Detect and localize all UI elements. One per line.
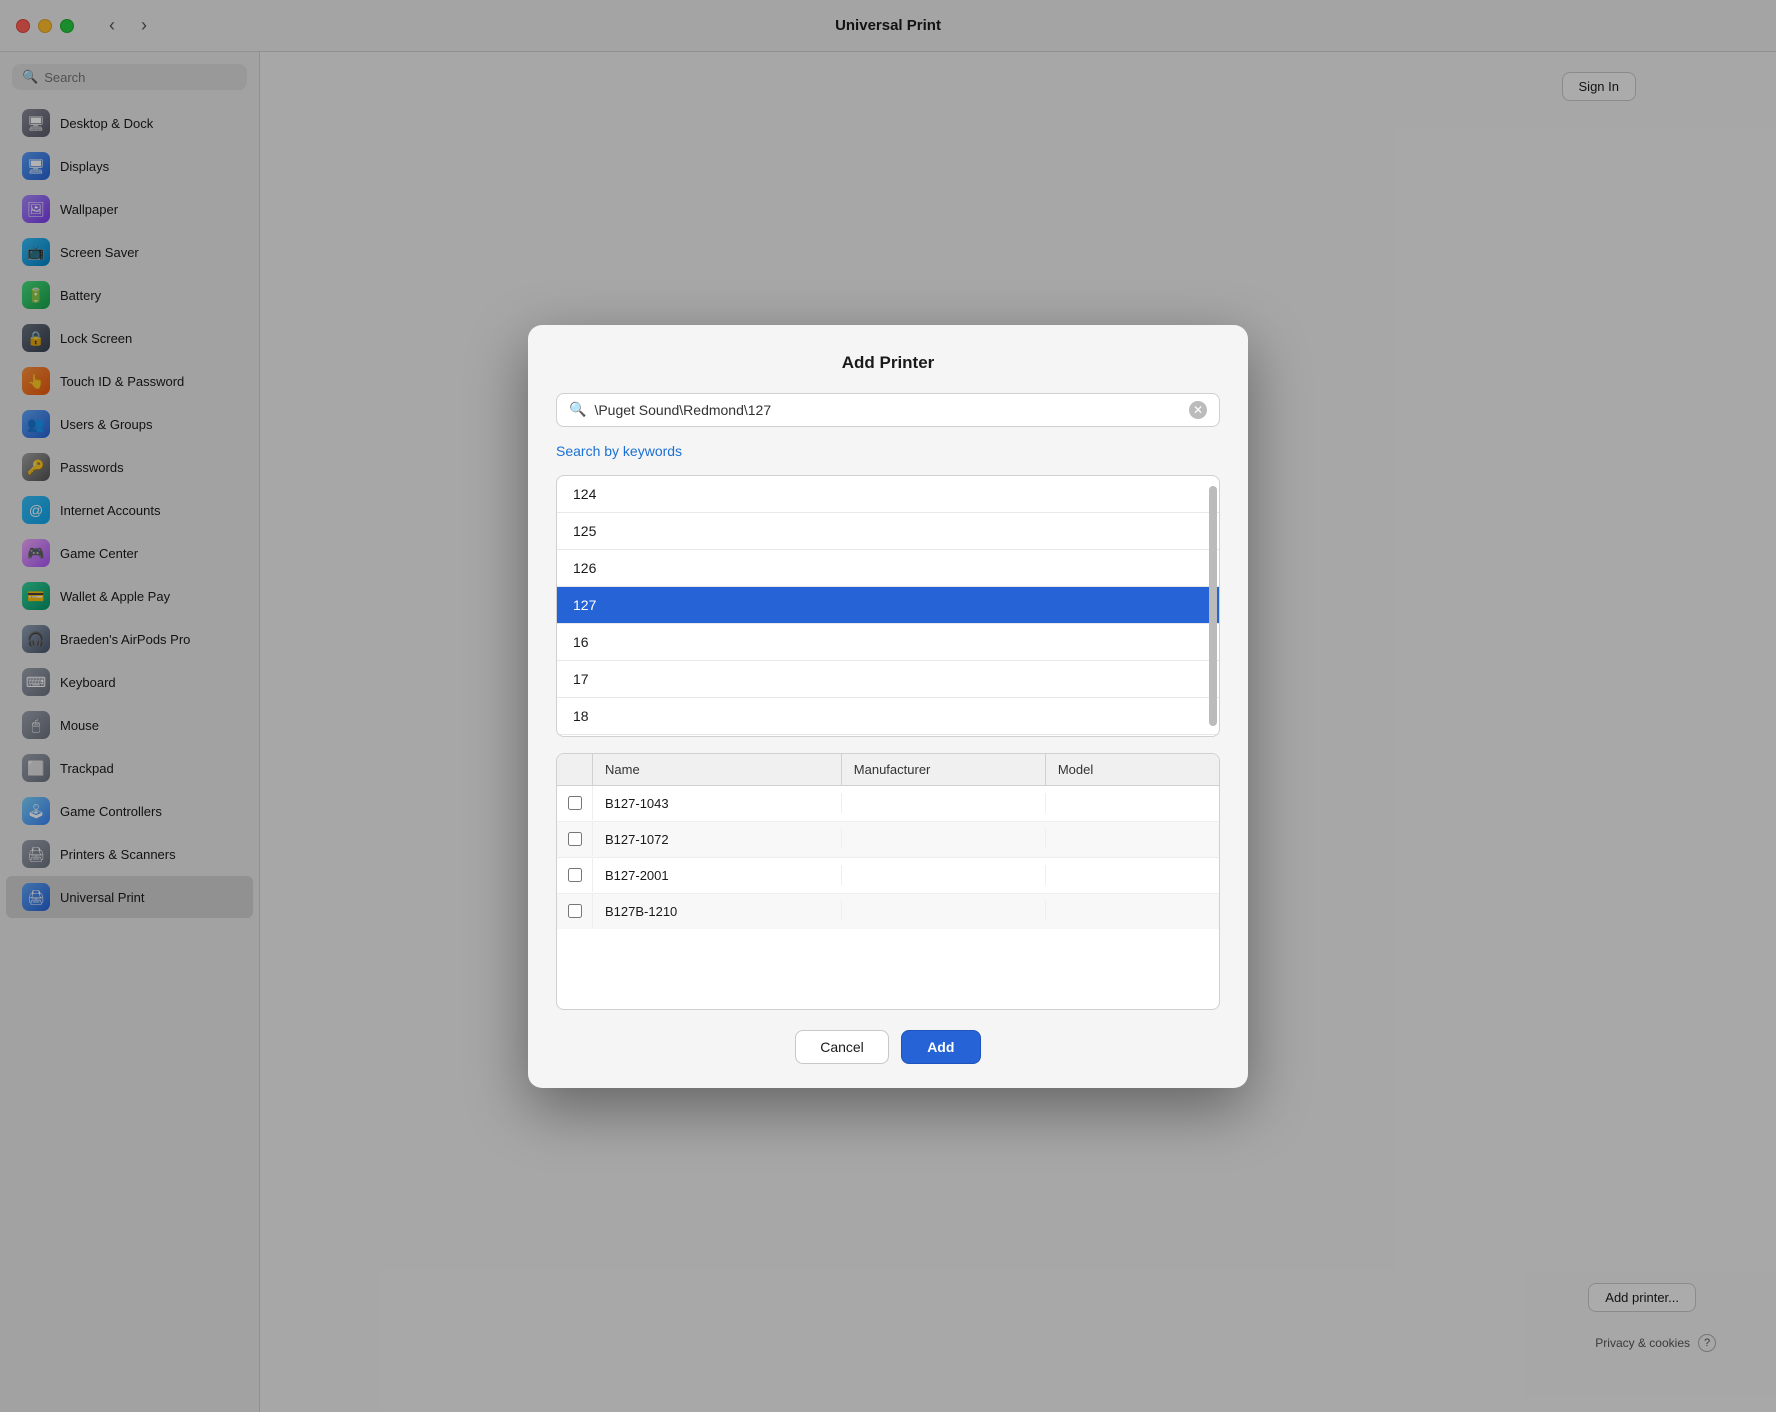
td-name-0: B127-1043 (593, 786, 841, 821)
table-row[interactable]: B127B-1210 (557, 894, 1219, 929)
printer-list-item-127[interactable]: 127 (557, 587, 1219, 624)
table-row[interactable]: B127-2001 (557, 858, 1219, 894)
printer-list-items: 12412512612716171820 (557, 476, 1219, 736)
printer-list-item-18[interactable]: 18 (557, 698, 1219, 735)
td-name-3: B127B-1210 (593, 894, 841, 929)
printer-list-item-17[interactable]: 17 (557, 661, 1219, 698)
checkbox-1[interactable] (568, 832, 582, 846)
table-header: Name Manufacturer Model (557, 754, 1219, 786)
th-name: Name (593, 754, 842, 785)
td-manufacturer-0 (841, 793, 1045, 813)
td-model-0 (1045, 793, 1219, 813)
dialog-title: Add Printer (556, 353, 1220, 373)
empty-table-space (557, 929, 1219, 1009)
add-button[interactable]: Add (901, 1030, 981, 1064)
dialog-buttons: Cancel Add (556, 1030, 1220, 1064)
table-row[interactable]: B127-1043 (557, 786, 1219, 822)
printer-list-item-126[interactable]: 126 (557, 550, 1219, 587)
printer-list-item-124[interactable]: 124 (557, 476, 1219, 513)
td-name-1: B127-1072 (593, 822, 841, 857)
table-row[interactable]: B127-1072 (557, 822, 1219, 858)
table-body: B127-1043 B127-1072 B127-2001 B127B-1210 (557, 786, 1219, 929)
main-window: ‹ › Universal Print 🔍 🖥Desktop & Dock🖥Di… (0, 0, 1776, 1412)
printer-search-input[interactable] (594, 402, 1181, 418)
th-model: Model (1046, 754, 1219, 785)
row-checkbox-3[interactable] (557, 894, 593, 928)
th-manufacturer: Manufacturer (842, 754, 1046, 785)
list-scrollbar[interactable] (1209, 486, 1217, 726)
checkbox-0[interactable] (568, 796, 582, 810)
row-checkbox-2[interactable] (557, 858, 593, 892)
modal-overlay[interactable]: Add Printer 🔍 ✕ Search by keywords 12412… (0, 0, 1776, 1412)
printer-list-item-20[interactable]: 20 (557, 735, 1219, 736)
td-model-1 (1045, 829, 1219, 849)
printer-results-table: Name Manufacturer Model B127-1043 B127-1… (556, 753, 1220, 1010)
td-manufacturer-2 (841, 865, 1045, 885)
clear-search-button[interactable]: ✕ (1189, 401, 1207, 419)
td-manufacturer-1 (841, 829, 1045, 849)
checkbox-2[interactable] (568, 868, 582, 882)
printer-number-list: 12412512612716171820 (556, 475, 1220, 737)
td-model-2 (1045, 865, 1219, 885)
printer-search-icon: 🔍 (569, 401, 586, 418)
th-checkbox (557, 754, 593, 785)
search-by-keywords-link[interactable]: Search by keywords (556, 443, 1220, 459)
printer-search-bar: 🔍 ✕ (556, 393, 1220, 427)
td-model-3 (1045, 901, 1219, 921)
checkbox-3[interactable] (568, 904, 582, 918)
row-checkbox-0[interactable] (557, 786, 593, 820)
printer-list-item-16[interactable]: 16 (557, 624, 1219, 661)
cancel-button[interactable]: Cancel (795, 1030, 889, 1064)
row-checkbox-1[interactable] (557, 822, 593, 856)
add-printer-dialog: Add Printer 🔍 ✕ Search by keywords 12412… (528, 325, 1248, 1088)
printer-list-item-125[interactable]: 125 (557, 513, 1219, 550)
td-name-2: B127-2001 (593, 858, 841, 893)
td-manufacturer-3 (841, 901, 1045, 921)
